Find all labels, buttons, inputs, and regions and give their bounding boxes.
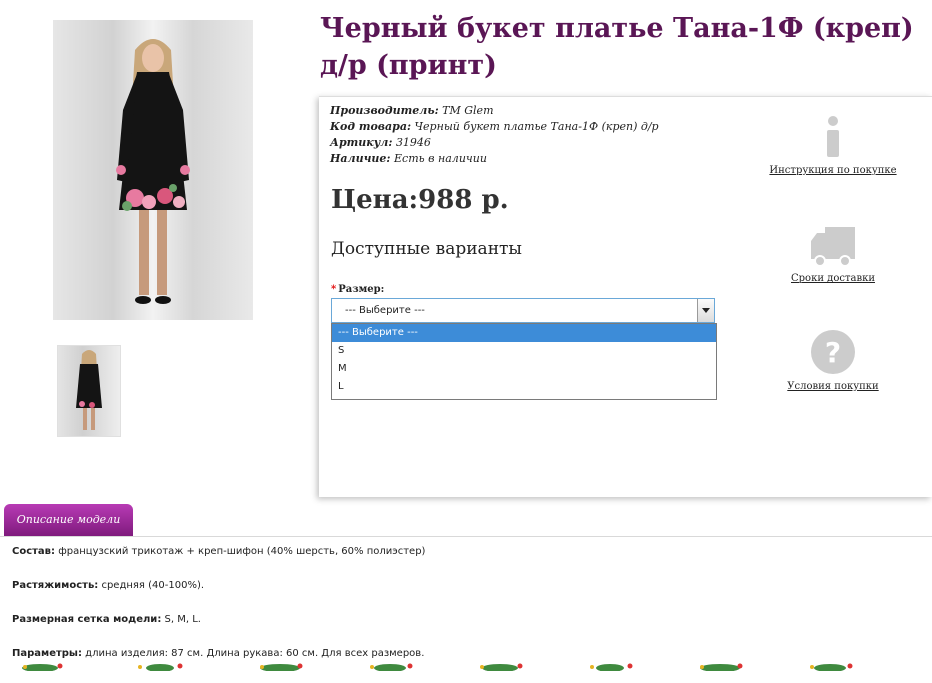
- manufacturer-link[interactable]: TM Glem: [442, 104, 493, 117]
- desc-stretch: Растяжимость: средняя (40-100%).: [12, 580, 205, 591]
- garland-decoration: [22, 663, 853, 671]
- product-price: Цена:988 р.: [331, 185, 509, 215]
- side-link-terms-block: ? Условия покупки: [759, 329, 907, 392]
- desc-parameters: Параметры: длина изделия: 87 см. Длина р…: [12, 648, 425, 659]
- size-option-placeholder[interactable]: --- Выберите ---: [332, 324, 716, 342]
- side-link-delivery-block: Сроки доставки: [759, 225, 907, 284]
- meta-product-code: Код товара: Черный букет платье Тана-1Ф …: [330, 120, 659, 133]
- desc-composition: Состав: французский трикотаж + креп-шифо…: [12, 546, 426, 557]
- desc-size-grid: Размерная сетка модели: S, M, L.: [12, 614, 201, 625]
- info-icon: [827, 116, 839, 157]
- meta-manufacturer: Производитель: TM Glem: [330, 104, 494, 117]
- required-mark: *: [331, 284, 337, 295]
- side-link-delivery[interactable]: Сроки доставки: [759, 273, 907, 284]
- svg-text:?: ?: [825, 336, 841, 369]
- product-meta: Производитель: TM Glem Код товара: Черны…: [330, 103, 659, 167]
- dress-model-image: [116, 39, 190, 304]
- meta-availability: Наличие: Есть в наличии: [330, 152, 487, 165]
- side-link-instructions[interactable]: Инструкция по покупке: [759, 165, 907, 176]
- product-thumbnail[interactable]: [57, 345, 121, 437]
- product-main-image[interactable]: [53, 20, 253, 320]
- size-select-value: --- Выберите ---: [345, 305, 425, 316]
- product-title: Черный букет платье Тана-1Ф (креп) д/р (…: [320, 13, 914, 81]
- size-option-m[interactable]: M: [332, 360, 716, 378]
- product-info-panel: Производитель: TM Glem Код товара: Черны…: [319, 96, 932, 497]
- size-label: * Размер:: [331, 284, 385, 295]
- side-link-terms[interactable]: Условия покупки: [759, 381, 907, 392]
- tab-description[interactable]: Описание модели: [4, 504, 133, 536]
- question-icon: ?: [811, 330, 855, 374]
- meta-article: Артикул: 31946: [330, 136, 431, 149]
- truck-icon: [811, 227, 855, 267]
- size-dropdown: --- Выберите --- S M L: [331, 323, 717, 400]
- chevron-down-icon[interactable]: [697, 299, 714, 322]
- size-option-s[interactable]: S: [332, 342, 716, 360]
- size-select[interactable]: --- Выберите ---: [331, 298, 715, 323]
- size-option-l[interactable]: L: [332, 378, 716, 396]
- tab-divider: [0, 536, 932, 537]
- dress-back-thumbnail-image: [76, 350, 102, 430]
- side-link-instructions-block: Инструкция по покупке: [759, 115, 907, 176]
- variants-heading: Доступные варианты: [331, 239, 522, 259]
